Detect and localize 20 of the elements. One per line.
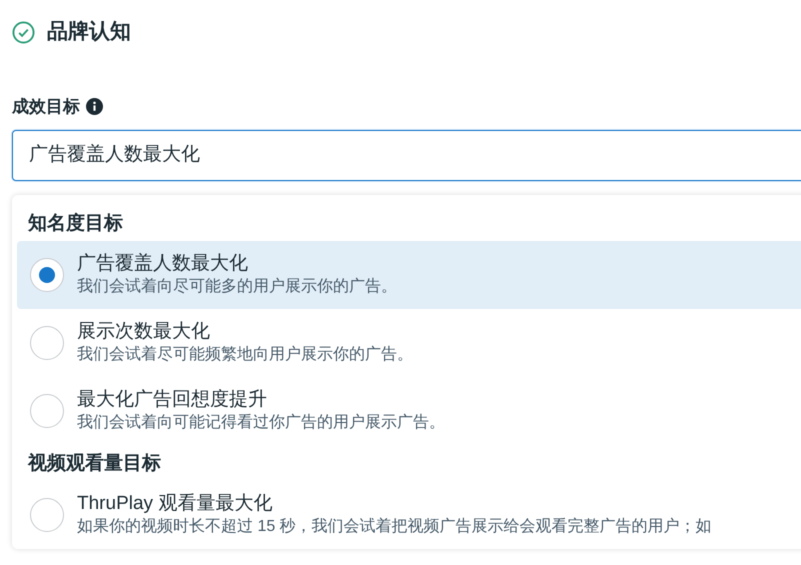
section-title: 品牌认知 (47, 19, 131, 46)
radio-button[interactable] (30, 326, 64, 360)
field-label: 成效目标 (12, 96, 80, 118)
group-heading: 视频观看量目标 (26, 452, 162, 476)
goal-option[interactable]: 广告覆盖人数最大化 我们会试着向尽可能多的用户展示你的广告。 (17, 240, 801, 308)
radio-button[interactable] (30, 498, 64, 532)
option-title: 广告覆盖人数最大化 (77, 252, 249, 276)
check-circle-icon (12, 20, 35, 44)
option-description: 我们会试着向尽可能多的用户展示你的广告。 (77, 276, 397, 296)
option-title: ThruPlay 观看量最大化 (77, 492, 274, 516)
goal-select-field[interactable]: 广告覆盖人数最大化 (12, 130, 801, 180)
group-heading: 知名度目标 (26, 212, 124, 236)
option-title: 最大化广告回想度提升 (77, 388, 268, 412)
option-description: 我们会试着向可能记得看过你广告的用户展示广告。 (77, 412, 445, 432)
option-description: 我们会试着尽可能频繁地向用户展示你的广告。 (77, 344, 413, 364)
radio-button[interactable] (30, 258, 64, 292)
radio-button[interactable] (30, 394, 64, 428)
option-title: 展示次数最大化 (77, 320, 211, 344)
option-description: 如果你的视频时长不超过 15 秒，我们会试着把视频广告展示给会观看完整广告的用户；如 (77, 516, 712, 536)
info-icon (86, 98, 103, 116)
